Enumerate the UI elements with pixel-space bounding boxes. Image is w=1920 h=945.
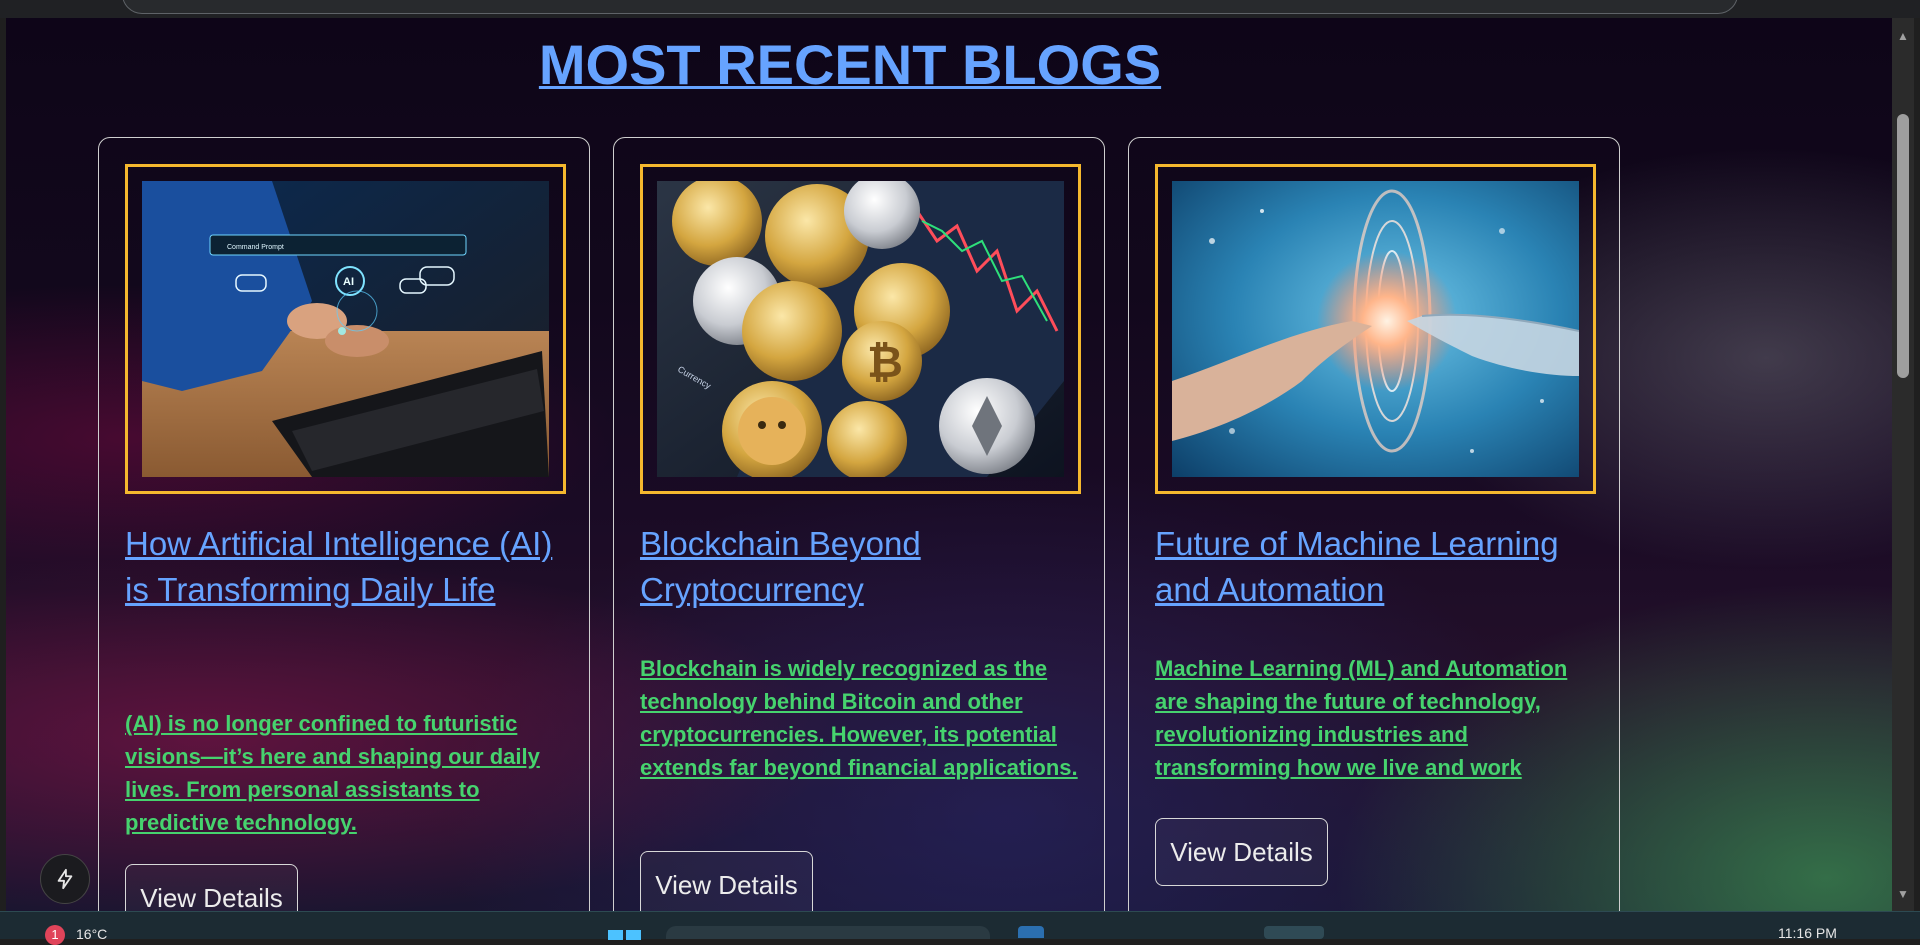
blog-image-ml[interactable] [1172, 181, 1579, 477]
taskbar-app-icon[interactable] [1018, 926, 1044, 938]
blog-title-ai[interactable]: How Artificial Intelligence (AI) is Tran… [125, 521, 565, 613]
scrollbar-thumb[interactable] [1897, 114, 1909, 378]
lightning-icon [57, 868, 73, 890]
image-frame: Currency ₿ [640, 164, 1081, 494]
scroll-up-icon[interactable]: ▲ [1897, 30, 1909, 42]
blog-card-ml: Future of Machine Learning and Automatio… [1128, 137, 1620, 911]
taskbar: 1 16°C 11:16 PM [0, 911, 1920, 945]
blog-description-blockchain[interactable]: Blockchain is widely recognized as the t… [640, 652, 1090, 784]
vertical-scrollbar[interactable]: ▲ ▼ [1892, 18, 1914, 911]
blog-card-ai: Command Prompt AI How Artificial Intelli… [98, 137, 590, 911]
address-bar[interactable] [122, 0, 1738, 14]
ai-hologram-label: AI [343, 276, 354, 288]
view-details-button-blockchain[interactable]: View Details [640, 851, 813, 911]
blog-description-ml[interactable]: Machine Learning (ML) and Automation are… [1155, 652, 1605, 784]
blog-image-ai[interactable]: Command Prompt AI [142, 181, 549, 477]
quick-action-button[interactable] [40, 854, 90, 904]
view-details-button-ai[interactable]: View Details [125, 864, 298, 911]
blog-image-blockchain[interactable]: Currency ₿ [657, 181, 1064, 477]
image-frame [1155, 164, 1596, 494]
page-viewport: MOST RECENT BLOGS Command Prompt AI How … [6, 18, 1892, 911]
svg-text:₿: ₿ [867, 338, 903, 387]
taskbar-clock[interactable]: 11:16 PM [1778, 925, 1837, 941]
scroll-down-icon[interactable]: ▼ [1897, 888, 1909, 900]
view-details-button-ml[interactable]: View Details [1155, 818, 1328, 886]
browser-top-bar [0, 0, 1920, 18]
taskbar-search-box[interactable] [666, 926, 990, 939]
blog-title-ml[interactable]: Future of Machine Learning and Automatio… [1155, 521, 1595, 613]
blog-card-blockchain: Currency ₿ Blockchain Beyond Cryptocurre… [613, 137, 1105, 911]
page-title: MOST RECENT BLOGS [538, 33, 1162, 96]
notification-badge[interactable]: 1 [45, 925, 65, 945]
ai-prompt-text: Command Prompt [227, 244, 284, 251]
weather-temperature[interactable]: 16°C [76, 926, 107, 942]
image-frame: Command Prompt AI [125, 164, 566, 494]
blog-title-blockchain[interactable]: Blockchain Beyond Cryptocurrency [640, 521, 1080, 613]
taskbar-active-app[interactable] [1264, 926, 1324, 939]
blog-description-ai[interactable]: (AI) is no longer confined to futuristic… [125, 707, 575, 839]
